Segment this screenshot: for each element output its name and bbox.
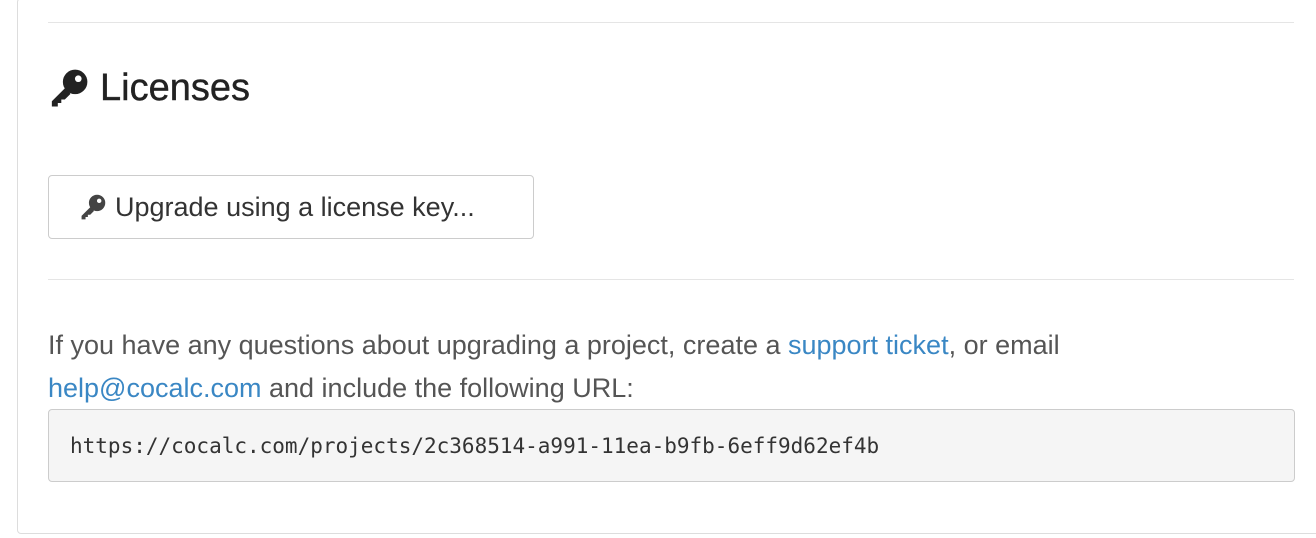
upgrade-help-text: If you have any questions about upgradin… xyxy=(48,324,1288,410)
top-divider xyxy=(48,22,1294,23)
key-icon xyxy=(79,193,107,221)
upgrade-button-label: Upgrade using a license key... xyxy=(115,191,475,222)
help-text-intro: If you have any questions about upgradin… xyxy=(48,330,788,360)
project-url-box[interactable]: https://cocalc.com/projects/2c368514-a99… xyxy=(48,409,1295,482)
project-url: https://cocalc.com/projects/2c368514-a99… xyxy=(70,433,880,458)
licenses-heading-text: Licenses xyxy=(100,66,250,109)
help-text-or-email: , or email xyxy=(948,330,1060,360)
upgrade-license-key-button[interactable]: Upgrade using a license key... xyxy=(48,175,534,239)
help-text-include-url: and include the following URL: xyxy=(261,373,634,403)
key-icon xyxy=(48,67,90,109)
support-ticket-link[interactable]: support ticket xyxy=(788,330,949,360)
licenses-heading: Licenses xyxy=(48,64,250,112)
middle-divider xyxy=(48,279,1294,280)
help-email-link[interactable]: help@cocalc.com xyxy=(48,373,262,403)
